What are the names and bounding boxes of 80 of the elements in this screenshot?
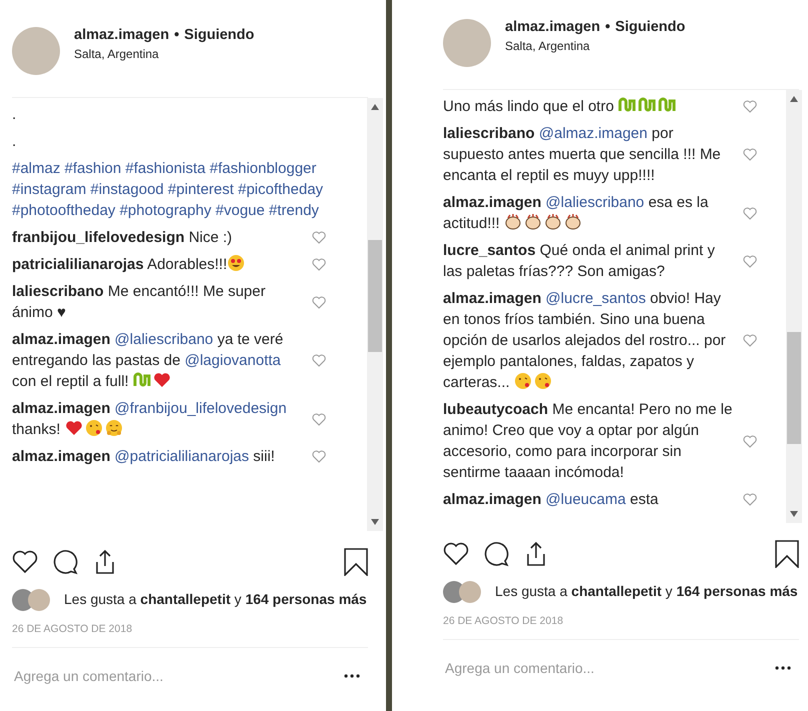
liker-avatars — [12, 589, 50, 611]
mention-link[interactable]: @franbijou_lifelovedesign — [114, 400, 287, 417]
likes-text: Les gusta a chantallepetit y 164 personas más — [495, 582, 798, 601]
smiley-hug-emoji-icon — [104, 419, 123, 437]
caption-text: . — [12, 105, 18, 125]
clapping-hands-emoji-icon — [504, 213, 522, 231]
post-date: 26 DE AGOSTO DE 2018 — [443, 615, 799, 640]
comment-text: laliescribano @almaz.imagen por supuesto antes muerta que sencilla !!! Me encanta el reptil es muyy upp!!!! — [443, 124, 722, 186]
comment-text: laliescribano Me encantó!!! Me super ánimo ♥ — [12, 282, 266, 323]
like-heart-icon[interactable] — [743, 334, 757, 347]
heart-eyes-emoji-icon — [227, 254, 246, 272]
avatar-photo[interactable] — [12, 27, 60, 75]
scroll-up-icon[interactable] — [790, 96, 798, 102]
like-heart-icon[interactable] — [312, 258, 326, 271]
comment-text: almaz.imagen @laliescribano ya te veré entregando las pastas de @lagiovanotta con el reptil a full! — [12, 330, 284, 392]
comment-text: almaz.imagen @lueucama esta — [443, 490, 660, 510]
kiss-emoji-icon — [514, 372, 532, 390]
scroll-up-icon[interactable] — [371, 104, 379, 110]
hashtags-link[interactable]: #almaz #fashion #fashionista #fashionblogger #instagram #instagood #pinterest #picoftheday #photooftheday #photography #vogue #trendy — [12, 158, 330, 221]
location-text[interactable]: Salta, Argentina — [74, 47, 254, 61]
username[interactable]: almaz.imagen — [74, 27, 170, 43]
separator-dot: • — [174, 27, 180, 43]
like-heart-icon[interactable] — [743, 254, 757, 268]
follow-status[interactable]: Siguiendo — [184, 27, 254, 43]
mention-link[interactable]: @almaz.imagen — [538, 125, 648, 142]
scrollbar[interactable] — [367, 98, 383, 531]
like-heart-icon[interactable] — [743, 100, 757, 113]
comment-text: Uno más lindo que el otro — [443, 96, 735, 117]
comment-text: almaz.imagen @patricialilianarojas siii! — [12, 447, 276, 467]
comment-text: patricialilianarojas Adorables!!! — [12, 254, 304, 275]
comment-text: almaz.imagen @lucre_santos obvio! Hay en tonos fríos también. Sino una buena opción de usarlos alejados del rostro... por ejemplo pantalones, faldas, zapatos y carteras... — [443, 289, 727, 393]
mention-link[interactable]: @lagiovanotta — [184, 352, 281, 369]
post-date: 26 DE AGOSTO DE 2018 — [12, 623, 368, 648]
scroll-down-icon[interactable] — [790, 511, 798, 517]
location-text[interactable]: Salta, Argentina — [505, 39, 686, 53]
heart-emoji-icon — [152, 371, 171, 389]
mention-link[interactable]: @lueucama — [546, 491, 626, 508]
comment-text: lucre_santos Qué onda el animal print y las paletas frías??? Son amigas? — [443, 241, 716, 282]
like-heart-icon[interactable] — [312, 450, 326, 463]
caption-text: . — [12, 132, 18, 152]
follow-status[interactable]: Siguiendo — [615, 19, 686, 35]
scrollbar-thumb[interactable] — [368, 240, 382, 352]
like-heart-icon[interactable] — [743, 493, 757, 506]
comment-icon[interactable] — [52, 549, 78, 575]
liker-avatars — [443, 581, 481, 603]
comment-icon[interactable] — [483, 541, 509, 567]
clapping-hands-emoji-icon — [524, 213, 542, 231]
like-icon[interactable] — [443, 542, 469, 566]
bookmark-icon[interactable] — [344, 548, 368, 576]
like-heart-icon[interactable] — [743, 148, 757, 161]
kiss-emoji-icon — [84, 419, 103, 437]
scrollbar-thumb[interactable] — [787, 332, 801, 444]
scrollbar[interactable] — [786, 90, 802, 523]
more-options-icon[interactable] — [344, 674, 360, 678]
clapping-hands-emoji-icon — [564, 213, 582, 231]
scroll-down-icon[interactable] — [371, 519, 379, 525]
heart-emoji-icon — [64, 419, 83, 437]
username[interactable]: almaz.imagen — [505, 19, 600, 35]
like-heart-icon[interactable] — [743, 206, 757, 220]
like-heart-icon[interactable] — [312, 296, 326, 308]
like-heart-icon[interactable] — [312, 412, 326, 426]
separator-dot: • — [605, 19, 610, 35]
mention-link[interactable]: @lucre_santos — [546, 290, 646, 307]
like-heart-icon[interactable] — [312, 354, 326, 367]
mention-link[interactable]: @laliescribano — [546, 194, 644, 211]
like-heart-icon[interactable] — [743, 434, 757, 448]
like-icon[interactable] — [12, 550, 38, 574]
like-heart-icon[interactable] — [312, 231, 326, 244]
kiss-emoji-icon — [534, 372, 552, 390]
clapping-hands-emoji-icon — [544, 213, 562, 231]
comment-text: franbijou_lifelovedesign Nice :) — [12, 228, 234, 248]
comment-text: almaz.imagen @franbijou_lifelovedesign thanks! — [12, 399, 288, 440]
mention-link[interactable]: @laliescribano — [114, 331, 214, 348]
bookmark-icon[interactable] — [775, 540, 799, 568]
comment-text: almaz.imagen @laliescribano esa es la actitud!!! — [443, 193, 710, 234]
likes-text: Les gusta a chantallepetit y 164 personas más — [64, 590, 367, 609]
comment-text: lubeautycoach Me encanta! Pero no me le animo! Creo que voy a optar por algún accesorio, como para incorporar sin sentirme taaaan incómoda! — [443, 400, 734, 483]
more-options-icon[interactable] — [775, 666, 791, 670]
mention-link[interactable]: @patricialilianarojas — [114, 448, 249, 465]
avatar-photo[interactable] — [443, 19, 491, 67]
